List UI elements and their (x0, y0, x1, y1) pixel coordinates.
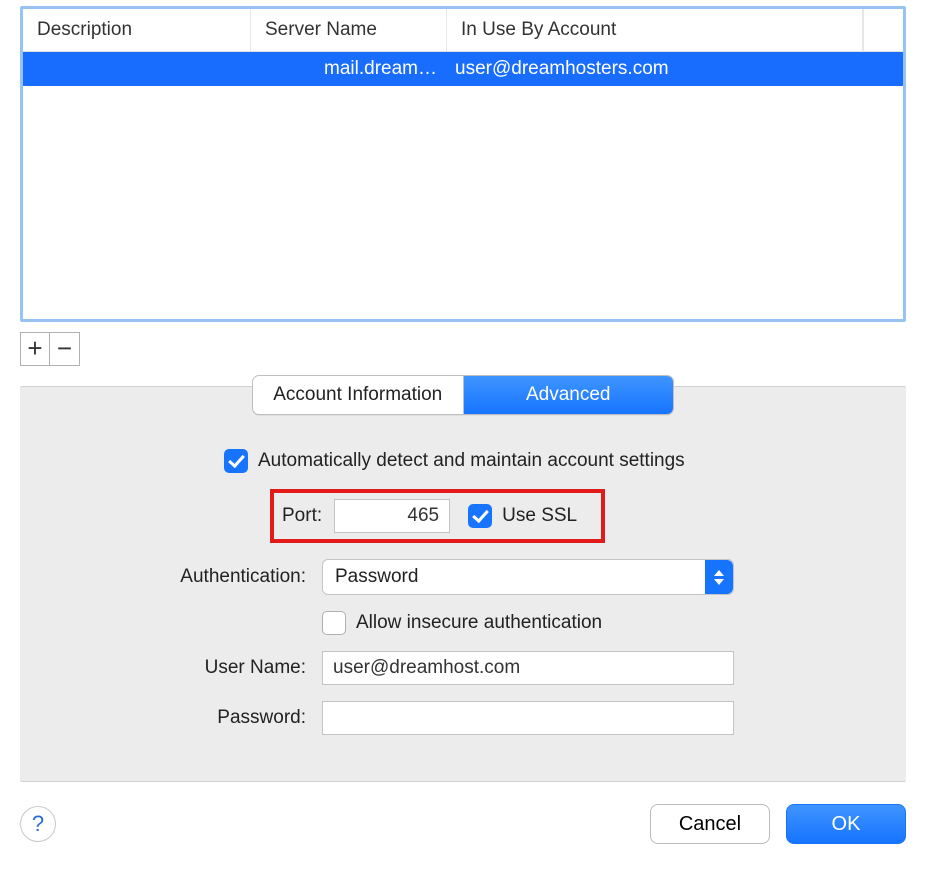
use-ssl-checkbox[interactable] (468, 504, 492, 528)
tab-advanced[interactable]: Advanced (463, 376, 674, 414)
port-label: Port: (282, 505, 322, 527)
cancel-button[interactable]: Cancel (650, 804, 770, 844)
authentication-select[interactable]: Password (322, 559, 734, 595)
allow-insecure-checkbox[interactable] (322, 611, 346, 635)
use-ssl-label: Use SSL (502, 505, 577, 527)
cell-server-name: mail.dream… (251, 52, 447, 86)
remove-server-button[interactable]: − (50, 332, 80, 366)
column-header-server-name[interactable]: Server Name (251, 9, 447, 51)
port-ssl-highlight: Port: Use SSL (270, 489, 605, 543)
authentication-select-value: Password (335, 566, 418, 588)
username-field[interactable] (322, 651, 734, 685)
auto-detect-label: Automatically detect and maintain accoun… (258, 450, 685, 472)
table-header-row: Description Server Name In Use By Accoun… (23, 9, 903, 52)
server-settings-window: Description Server Name In Use By Accoun… (0, 6, 926, 870)
password-field[interactable] (322, 701, 734, 735)
add-server-button[interactable]: + (20, 332, 50, 366)
column-header-in-use-by-account[interactable]: In Use By Account (447, 9, 863, 51)
username-label: User Name: (106, 657, 306, 679)
column-header-extra (863, 9, 903, 51)
settings-panel: Account Information Advanced Automatical… (20, 386, 906, 782)
dialog-footer: ? Cancel OK (20, 804, 906, 844)
authentication-label: Authentication: (106, 566, 306, 588)
cell-in-use-by-account: user@dreamhosters.com (447, 52, 903, 86)
help-button[interactable]: ? (20, 806, 56, 842)
auto-detect-checkbox[interactable] (224, 449, 248, 473)
chevron-updown-icon (705, 560, 733, 594)
settings-tabs: Account Information Advanced (252, 375, 674, 415)
advanced-form: Automatically detect and maintain accoun… (106, 449, 886, 735)
tab-account-information[interactable]: Account Information (253, 376, 463, 414)
password-label: Password: (106, 707, 306, 729)
column-header-description[interactable]: Description (23, 9, 251, 51)
cell-description (23, 52, 251, 86)
server-list-table[interactable]: Description Server Name In Use By Accoun… (20, 6, 906, 322)
ok-button[interactable]: OK (786, 804, 906, 844)
allow-insecure-label: Allow insecure authentication (356, 612, 602, 634)
port-field[interactable] (334, 499, 450, 533)
add-remove-button-group: + − (20, 332, 926, 366)
table-row[interactable]: mail.dream… user@dreamhosters.com (23, 52, 903, 86)
